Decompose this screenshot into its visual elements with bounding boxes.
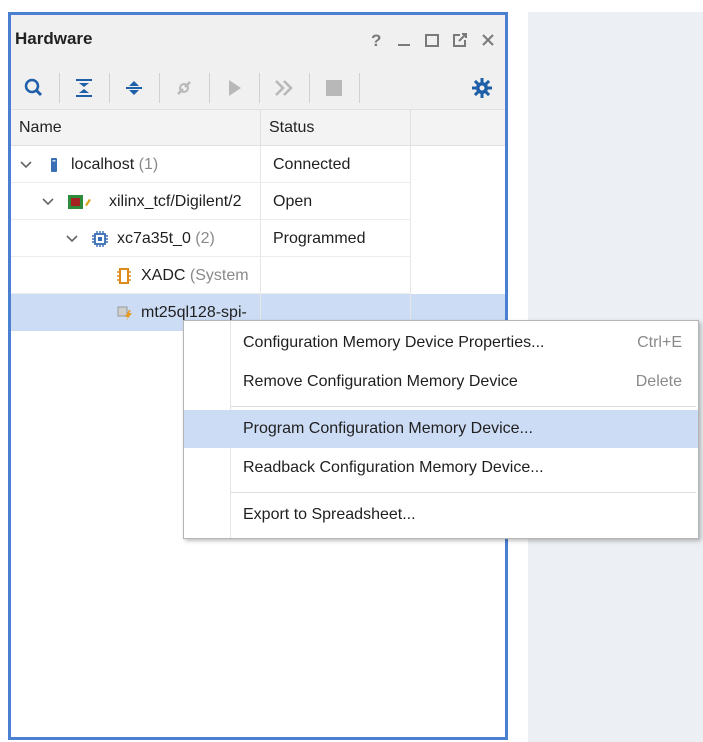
panel-toolbar [11,67,505,110]
name-cell: XADC (System [11,257,261,294]
menu-item-label: Program Configuration Memory Device... [243,420,533,437]
toolbar-separator [209,73,210,103]
help-icon[interactable]: ? [367,31,385,50]
tree-row-localhost[interactable]: localhost (1) Connected [11,146,505,183]
tree-label: localhost (1) [71,156,159,173]
name-cell: xc7a35t_0 (2) [11,220,261,257]
maximize-icon[interactable] [423,31,441,49]
column-header-name[interactable]: Name [11,110,261,145]
menu-item-label: Readback Configuration Memory Device... [243,459,544,476]
tree-label: xc7a35t_0 (2) [117,230,215,247]
tree-label: XADC (System [141,267,249,284]
window-controls: ? [367,31,497,50]
svg-text:?: ? [371,31,381,49]
menu-item-shortcut: Delete [635,373,682,390]
server-icon [45,156,63,174]
step-icon[interactable] [271,75,297,101]
panel-titlebar: Hardware ? [11,15,505,67]
name-cell: localhost (1) [11,146,261,183]
menu-item-remove-device[interactable]: Remove Configuration Memory Device Delet… [184,363,698,401]
xadc-icon [115,267,133,285]
settings-icon[interactable] [469,75,495,101]
menu-item-label: Remove Configuration Memory Device [243,373,518,390]
status-cell: Open [261,183,411,220]
menu-separator [231,492,696,493]
context-menu: Configuration Memory Device Properties..… [183,320,699,539]
close-icon[interactable] [479,31,497,49]
menu-item-label: Export to Spreadsheet... [243,506,416,523]
toolbar-separator [259,73,260,103]
toolbar-separator [309,73,310,103]
menu-item-label: Configuration Memory Device Properties..… [243,334,545,351]
chevron-down-icon[interactable] [19,158,33,172]
status-cell: Programmed [261,220,411,257]
tree-row-xadc[interactable]: XADC (System [11,257,505,294]
run-icon[interactable] [221,75,247,101]
search-icon[interactable] [21,75,47,101]
column-header-status[interactable]: Status [261,110,411,145]
memory-device-icon [115,304,133,322]
toolbar-separator [59,73,60,103]
menu-item-export-spreadsheet[interactable]: Export to Spreadsheet... [184,496,698,534]
menu-item-readback-device[interactable]: Readback Configuration Memory Device... [184,449,698,487]
status-cell [261,257,411,294]
toolbar-separator [359,73,360,103]
menu-item-device-properties[interactable]: Configuration Memory Device Properties..… [184,324,698,362]
menu-item-program-device[interactable]: Program Configuration Memory Device... [184,410,698,448]
menu-separator [231,406,696,407]
chip-icon [91,230,109,248]
tree-row-xc7a35t[interactable]: xc7a35t_0 (2) Programmed [11,220,505,257]
toolbar-separator [159,73,160,103]
table-header: Name Status [11,110,505,146]
panel-title: Hardware [15,29,93,48]
name-cell: xilinx_tcf/Digilent/2 [11,183,261,220]
minimize-icon[interactable] [395,31,413,49]
expand-all-icon[interactable] [121,75,147,101]
board-icon [67,193,93,211]
toolbar-separator [109,73,110,103]
float-icon[interactable] [451,31,469,49]
tree-row-xilinx-tcf[interactable]: xilinx_tcf/Digilent/2 Open [11,183,505,220]
status-cell: Connected [261,146,411,183]
stop-icon[interactable] [321,75,347,101]
auto-connect-icon[interactable] [171,75,197,101]
tree-label: xilinx_tcf/Digilent/2 [109,193,242,210]
chevron-down-icon[interactable] [65,232,79,246]
menu-item-shortcut: Ctrl+E [637,334,682,351]
chevron-down-icon[interactable] [41,195,55,209]
collapse-all-icon[interactable] [71,75,97,101]
